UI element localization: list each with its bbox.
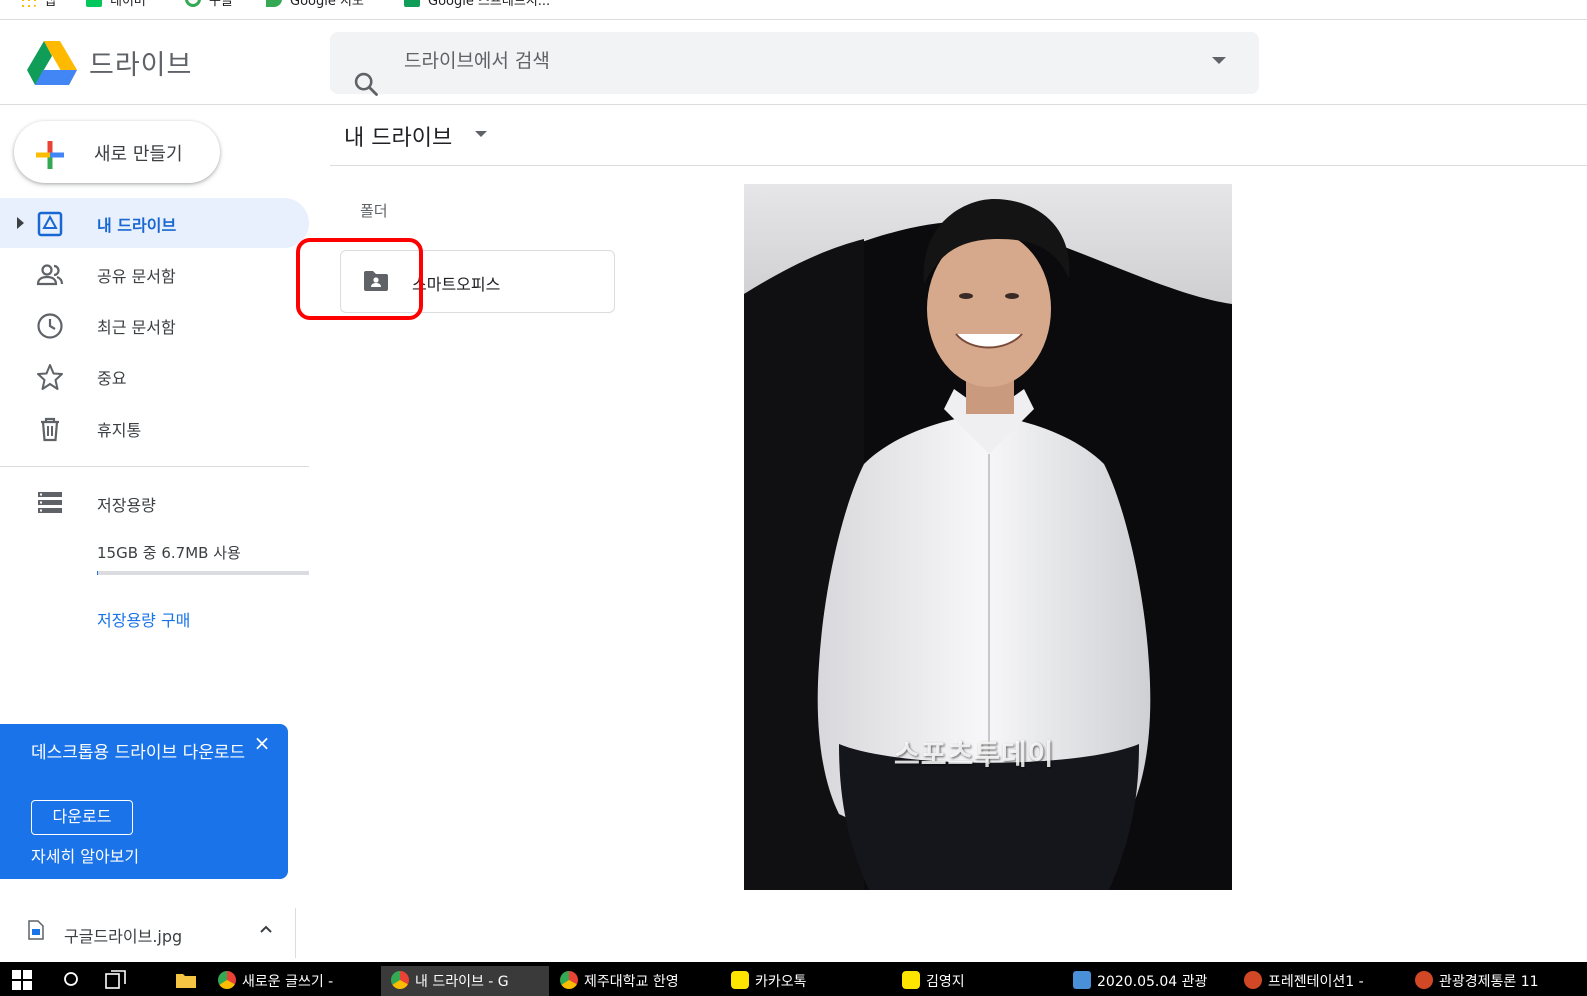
sidebar-item-trash[interactable]: 휴지통 <box>0 403 309 453</box>
sidebar-item-recent[interactable]: 최근 문서함 <box>0 300 309 350</box>
refresh-g-icon <box>185 0 201 7</box>
sidebar-item-label: 중요 <box>97 369 127 388</box>
storage-usage-fill <box>97 571 98 575</box>
sidebar-item-label: 내 드라이브 <box>97 216 177 235</box>
chrome-icon <box>391 971 409 989</box>
search-input[interactable] <box>404 46 1164 76</box>
storage-icon <box>38 492 62 513</box>
bookmark-maps[interactable]: Google 지도 <box>266 0 364 9</box>
desktop-download-promo: 데스크톱용 드라이브 다운로드 × 다운로드 자세히 알아보기 <box>0 724 288 879</box>
download-file-name[interactable]: 구글드라이브.jpg <box>64 923 182 947</box>
windows-taskbar: 새로운 글쓰기 - 내 드라이브 - G 제주대학교 한영 카카오톡 김영지 2… <box>0 962 1587 996</box>
photo-preview-image: 스포츠투데이 <box>744 184 1232 890</box>
page-title[interactable]: 내 드라이브 <box>344 120 452 152</box>
kakaotalk-icon <box>731 971 749 989</box>
taskbar-item[interactable]: 새로운 글쓰기 - <box>218 966 333 996</box>
naver-icon <box>86 0 102 7</box>
close-icon[interactable]: × <box>253 733 271 753</box>
sidebar-item-label: 최근 문서함 <box>97 318 176 337</box>
storage-usage-text: 15GB 중 6.7MB 사용 <box>97 544 241 562</box>
plus-icon <box>36 141 64 169</box>
taskbar-item[interactable]: 카카오톡 <box>731 966 807 996</box>
sidebar-item-shared[interactable]: 공유 문서함 <box>0 249 309 299</box>
google-drive-logo-icon[interactable] <box>27 41 77 85</box>
trash-icon <box>41 417 59 442</box>
search-icon[interactable] <box>352 70 380 98</box>
my-drive-icon <box>37 211 63 237</box>
map-pin-icon <box>266 0 282 7</box>
sheets-icon <box>404 0 420 7</box>
image-file-icon[interactable] <box>28 920 44 940</box>
shared-people-icon <box>36 264 64 286</box>
bookmark-naver[interactable]: 네이버 <box>86 0 146 9</box>
folder-name: 스마트오피스 <box>412 275 501 294</box>
taskbar-item[interactable]: 관광경제통론 11 <box>1415 966 1539 996</box>
search-icon[interactable] <box>62 970 82 990</box>
task-view-icon[interactable] <box>105 970 127 990</box>
download-button[interactable]: 다운로드 <box>31 800 133 835</box>
taskbar-item[interactable]: 프레젠테이션1 - <box>1244 966 1364 996</box>
app-header: 드라이브 <box>0 21 1587 105</box>
expand-caret-icon[interactable] <box>17 217 24 229</box>
bookmark-google[interactable]: 구글 <box>185 0 233 9</box>
bookmark-apps[interactable]: 앱 <box>20 0 56 9</box>
promo-title: 데스크톱용 드라이브 다운로드 <box>31 743 246 763</box>
clock-icon <box>37 313 63 339</box>
folders-heading: 폴더 <box>360 202 388 220</box>
sidebar-item-my-drive[interactable]: 내 드라이브 <box>0 198 309 248</box>
windows-start-icon[interactable] <box>12 970 32 990</box>
powerpoint-icon <box>1415 971 1433 989</box>
chevron-up-icon[interactable] <box>258 921 274 937</box>
person-photo-illustration <box>744 184 1232 890</box>
taskbar-item[interactable]: 2020.05.04 관광 <box>1073 966 1207 996</box>
app-title: 드라이브 <box>89 50 193 81</box>
powerpoint-icon <box>1244 971 1262 989</box>
search-options-caret-icon[interactable] <box>1212 57 1226 64</box>
downloads-shelf: 구글드라이브.jpg <box>0 905 300 963</box>
red-highlight-annotation <box>296 238 423 320</box>
file-explorer-icon[interactable] <box>175 971 197 989</box>
apps-grid-icon <box>20 0 36 7</box>
sidebar-item-label: 공유 문서함 <box>97 267 176 286</box>
buy-storage-link[interactable]: 저장용량 구매 <box>97 607 190 631</box>
bookmarks-bar: 앱 네이버 구글 Google 지도 Google 스프레드시... <box>0 0 1587 20</box>
chevron-down-icon[interactable] <box>475 131 487 137</box>
storage-usage-bar <box>97 571 309 575</box>
learn-more-link[interactable]: 자세히 알아보기 <box>31 843 139 867</box>
main-divider <box>330 165 1587 166</box>
document-icon <box>1073 971 1091 989</box>
taskbar-item[interactable]: 김영지 <box>902 966 965 996</box>
chrome-icon <box>560 971 578 989</box>
sidebar-item-label: 휴지통 <box>97 421 142 440</box>
storage-label[interactable]: 저장용량 <box>97 492 156 516</box>
sidebar-divider <box>0 466 309 467</box>
taskbar-item[interactable]: 제주대학교 한영 <box>560 966 679 996</box>
kakaotalk-icon <box>902 971 920 989</box>
photo-watermark: 스포츠투데이 <box>894 738 1055 771</box>
sidebar-item-starred[interactable]: 중요 <box>0 351 309 401</box>
chrome-icon <box>218 971 236 989</box>
taskbar-item-active[interactable]: 내 드라이브 - G <box>381 966 549 996</box>
shelf-divider <box>295 908 296 958</box>
bookmark-sheets[interactable]: Google 스프레드시... <box>404 0 550 9</box>
new-button-label: 새로 만들기 <box>94 144 183 165</box>
star-icon <box>37 364 63 390</box>
